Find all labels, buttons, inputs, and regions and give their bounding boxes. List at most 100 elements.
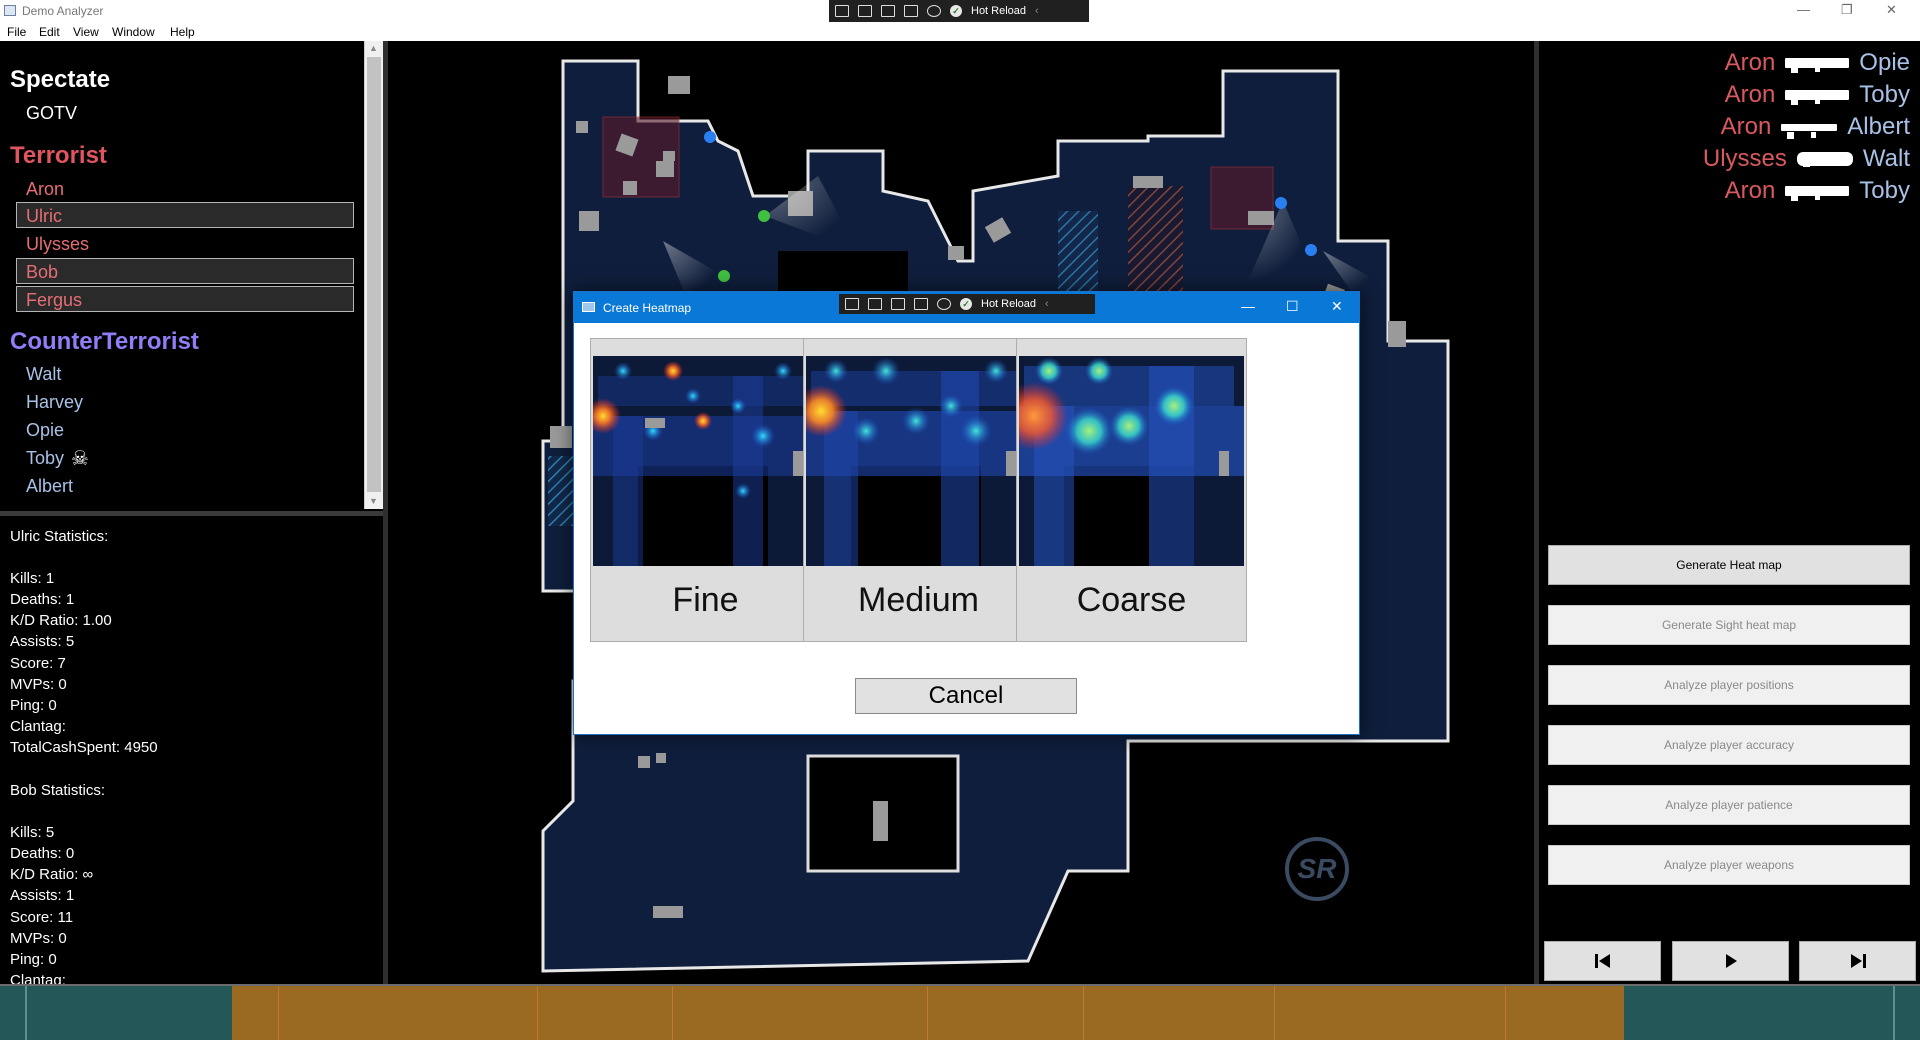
stat-line: Assists: 5 (10, 633, 75, 650)
round-divider (672, 986, 673, 1040)
app-icon (4, 5, 16, 16)
minimize-icon[interactable]: — (1797, 2, 1810, 17)
player-item-aron[interactable]: Aron (26, 179, 64, 200)
select-element-icon[interactable] (868, 298, 882, 310)
player-item-opie[interactable]: Opie (26, 420, 64, 441)
track-focus-icon[interactable] (904, 5, 918, 17)
player-list-scrollbar[interactable]: ▲ ▼ (364, 41, 383, 509)
timeline-marker (25, 986, 27, 1040)
round-divider (278, 986, 279, 1040)
dialog-devtools-toolbar: ✓ Hot Reload ‹ (839, 294, 1095, 314)
skip-next-icon (1850, 954, 1866, 968)
heatmap-medium-button[interactable]: Medium (803, 338, 1034, 642)
round-timeline[interactable] (0, 984, 1920, 1040)
timeline-marker (1893, 986, 1895, 1040)
player-item-bob[interactable]: Bob (26, 262, 58, 283)
killfeed-victim: Opie (1859, 49, 1910, 76)
stats-heading-bob: Bob Statistics: (10, 782, 106, 799)
scroll-up-icon[interactable]: ▲ (369, 43, 378, 53)
player-item-gotv[interactable]: GOTV (26, 103, 77, 124)
cancel-button[interactable]: Cancel (855, 678, 1077, 714)
devtools-toolbar: ✓ Hot Reload ‹ (829, 0, 1089, 22)
stat-line: Assists: 1 (10, 887, 75, 904)
stat-line: Kills: 5 (10, 824, 55, 841)
killfeed-row: Aron Toby (1725, 176, 1910, 206)
scrollbar-thumb[interactable] (367, 57, 381, 492)
live-visual-tree-icon[interactable] (835, 5, 849, 17)
stat-line: Ping: 0 (10, 951, 57, 968)
heatmap-preview-medium (806, 356, 1031, 566)
dialog-title: Create Heatmap (603, 301, 692, 315)
track-focus-icon[interactable] (914, 298, 928, 310)
killfeed-victim: Toby (1859, 177, 1910, 204)
killfeed-row: Aron Albert (1721, 112, 1910, 142)
map-logo: SR (1297, 853, 1337, 884)
play-icon (1725, 954, 1737, 968)
player-item-fergus[interactable]: Fergus (26, 290, 82, 311)
stat-line: Deaths: 0 (10, 845, 75, 862)
counter-terrorist-heading: CounterTerrorist (10, 328, 199, 355)
sniper-rifle-icon (1785, 186, 1850, 201)
heatmap-coarse-button[interactable]: Coarse (1016, 338, 1247, 642)
maximize-icon[interactable]: ❐ (1841, 2, 1853, 18)
title-bar: Demo Analyzer ✓ Hot Reload ‹ — ❐ ✕ (0, 0, 1920, 22)
skip-next-button[interactable] (1799, 941, 1916, 981)
stat-line: Score: 7 (10, 655, 66, 672)
play-button[interactable] (1672, 941, 1789, 981)
menu-view[interactable]: View (73, 25, 99, 39)
collapse-chevron-icon[interactable]: ‹ (1035, 5, 1039, 17)
stat-line: K/D Ratio: ∞ (10, 866, 94, 883)
skull-icon: ☠ (71, 448, 89, 470)
analyze-weapons-button[interactable]: Analyze player weapons (1548, 845, 1910, 885)
player-item-albert[interactable]: Albert (26, 476, 73, 497)
heatmap-fine-button[interactable]: Fine (590, 338, 821, 642)
window-title: Demo Analyzer (22, 4, 104, 18)
player-list: Spectate GOTV Terrorist Aron Ulric Ulyss… (0, 41, 383, 511)
dialog-maximize-icon[interactable]: ☐ (1286, 298, 1299, 315)
menu-bar: File Edit View Window Help (0, 22, 1920, 41)
player-item-walt[interactable]: Walt (26, 364, 61, 385)
generate-sight-heatmap-button[interactable]: Generate Sight heat map (1548, 605, 1910, 645)
binding-failures-icon[interactable] (937, 298, 951, 310)
round-divider (537, 986, 538, 1040)
killfeed-victim: Toby (1859, 81, 1910, 108)
skip-previous-button[interactable] (1544, 941, 1661, 981)
player-selected-box-bob (16, 258, 354, 284)
analyze-accuracy-button[interactable]: Analyze player accuracy (1548, 725, 1910, 765)
player-item-ulric[interactable]: Ulric (26, 206, 62, 227)
analyze-positions-button[interactable]: Analyze player positions (1548, 665, 1910, 705)
live-visual-tree-icon[interactable] (845, 298, 859, 310)
player-item-harvey[interactable]: Harvey (26, 392, 83, 413)
killfeed-victim: Walt (1862, 145, 1910, 172)
stat-line: Ping: 0 (10, 697, 57, 714)
menu-window[interactable]: Window (112, 25, 155, 39)
dialog-minimize-icon[interactable]: — (1241, 298, 1255, 314)
menu-file[interactable]: File (7, 25, 26, 39)
player-item-ulysses[interactable]: Ulysses (26, 234, 89, 255)
stat-line: MVPs: 0 (10, 930, 67, 947)
heatmap-medium-label: Medium (858, 581, 979, 619)
display-adorners-icon[interactable] (891, 298, 905, 310)
round-divider (1505, 986, 1506, 1040)
menu-help[interactable]: Help (170, 25, 195, 39)
timeline-rounds[interactable] (232, 986, 1624, 1040)
hot-reload-label: Hot Reload (971, 5, 1027, 17)
scroll-down-icon[interactable]: ▼ (369, 496, 378, 506)
close-icon[interactable]: ✕ (1886, 2, 1897, 18)
generate-heatmap-button[interactable]: Generate Heat map (1548, 545, 1910, 585)
menu-edit[interactable]: Edit (39, 25, 60, 39)
rifle-icon (1781, 123, 1838, 139)
player-item-toby[interactable]: Toby (26, 448, 64, 469)
binding-failures-icon[interactable] (927, 5, 941, 17)
player-selected-box-ulric (16, 202, 354, 228)
dialog-title-bar[interactable]: Create Heatmap ✓ Hot Reload ‹ — ☐ ✕ (574, 292, 1359, 323)
select-element-icon[interactable] (858, 5, 872, 17)
terrorist-heading: Terrorist (10, 142, 107, 169)
collapse-chevron-icon[interactable]: ‹ (1045, 298, 1049, 310)
stat-line: TotalCashSpent: 4950 (10, 739, 158, 756)
stat-line: Clantag: (10, 972, 66, 984)
dialog-close-icon[interactable]: ✕ (1331, 298, 1343, 315)
display-adorners-icon[interactable] (881, 5, 895, 17)
create-heatmap-dialog: Create Heatmap ✓ Hot Reload ‹ — ☐ ✕ Fine… (573, 291, 1360, 735)
analyze-patience-button[interactable]: Analyze player patience (1548, 785, 1910, 825)
